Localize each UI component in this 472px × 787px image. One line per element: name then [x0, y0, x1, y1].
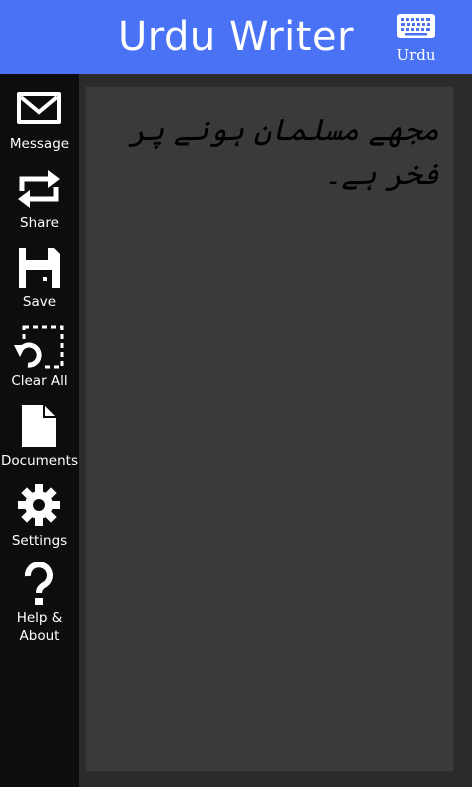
sidebar-item-label: Help & [16, 610, 63, 626]
editor-content: مجھے مسلمان ہونے پر فخر ہے۔ [129, 113, 439, 192]
sidebar-item-label: Save [22, 294, 57, 310]
sidebar-item-message[interactable]: Message [0, 80, 79, 158]
envelope-icon [17, 92, 61, 124]
sidebar-item-label: Clear All [11, 373, 68, 389]
sidebar-item-documents[interactable]: Documents [0, 396, 79, 474]
sidebar-item-label: Settings [11, 533, 68, 549]
app-window: Urdu Writer Urdu Message Share Save Clea… [0, 0, 472, 787]
keyboard-language-label: Urdu [396, 46, 436, 64]
sidebar-item-share[interactable]: Share [0, 159, 79, 237]
save-icon [19, 248, 60, 288]
gear-icon [18, 484, 60, 526]
keyboard-icon [397, 14, 435, 38]
sidebar-item-label: Message [9, 136, 70, 152]
keyboard-language-button[interactable]: Urdu [390, 10, 442, 68]
sidebar-item-help-about[interactable]: Help & About [0, 554, 79, 650]
document-icon [22, 405, 56, 447]
text-editor[interactable]: مجھے مسلمان ہونے پر فخر ہے۔ [85, 86, 454, 772]
question-icon [25, 562, 53, 605]
clear-all-icon [14, 325, 64, 369]
sidebar: Message Share Save Clear All Documents S… [0, 74, 79, 787]
sidebar-item-settings[interactable]: Settings [0, 475, 79, 553]
sidebar-item-label: Share [20, 215, 59, 231]
sidebar-item-label: Documents [1, 453, 78, 469]
sidebar-item-save[interactable]: Save [0, 238, 79, 316]
sidebar-item-label-line2: About [19, 628, 60, 644]
share-icon [18, 170, 60, 208]
title-bar: Urdu Writer Urdu [0, 0, 472, 74]
sidebar-item-clear-all[interactable]: Clear All [0, 317, 79, 395]
